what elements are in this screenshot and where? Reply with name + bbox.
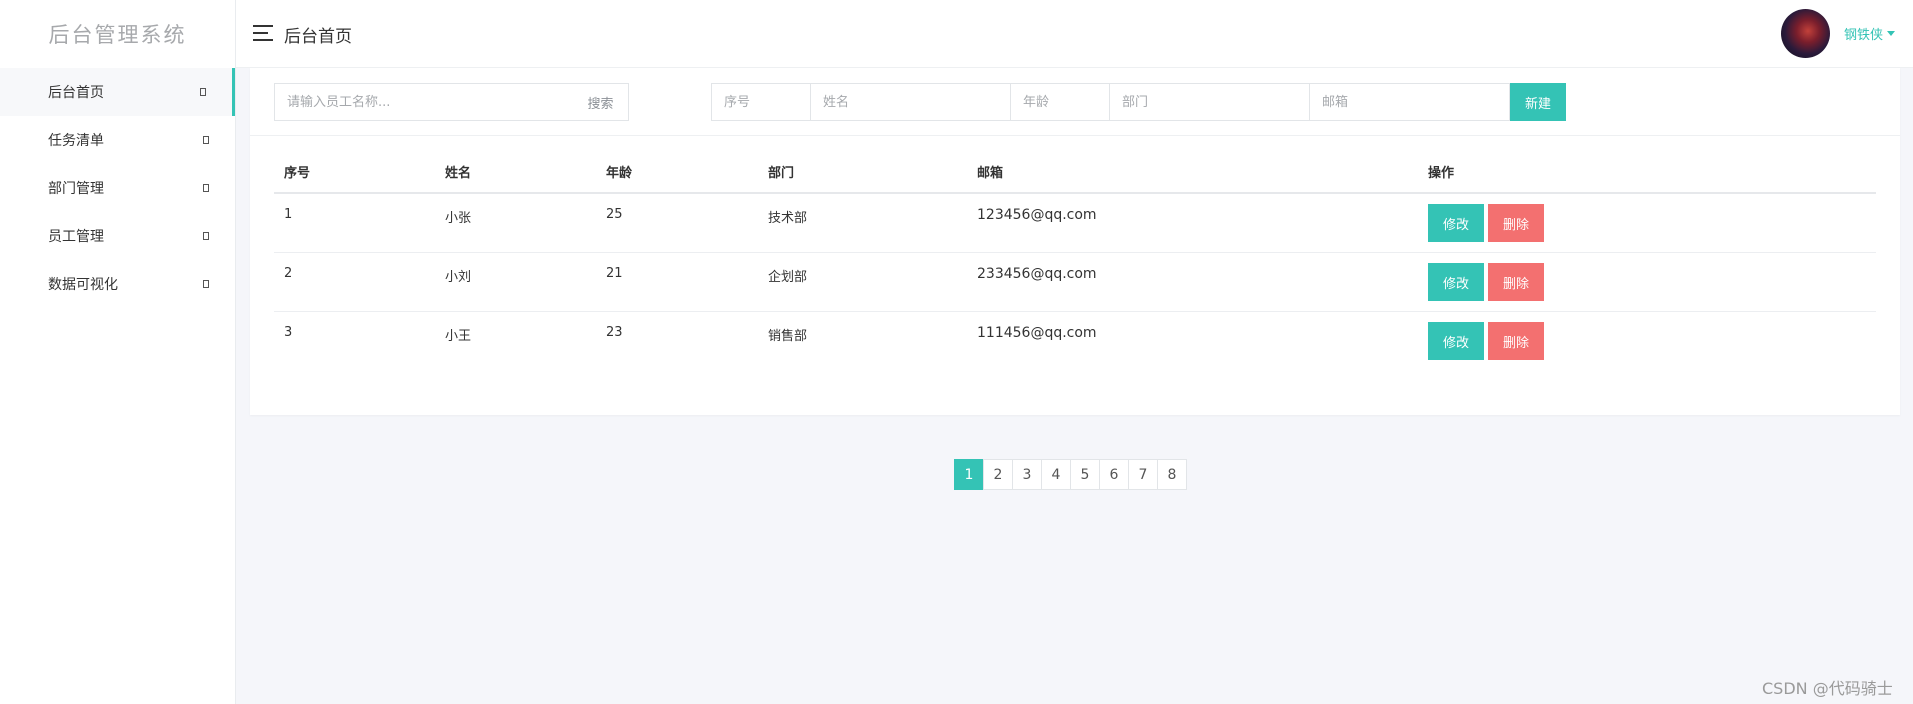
user-name: 钢铁侠 [1844, 28, 1884, 43]
edit-button[interactable]: 修改 [1428, 322, 1484, 360]
hamburger-menu-icon[interactable] [253, 25, 273, 41]
page-button[interactable]: 6 [1099, 459, 1129, 490]
delete-button[interactable]: 删除 [1488, 263, 1544, 301]
new-button[interactable]: 新建 [1510, 83, 1566, 121]
page-button[interactable]: 3 [1012, 459, 1042, 490]
chevron-right-icon [203, 280, 209, 288]
cell-actions: 修改 删除 [1418, 312, 1876, 360]
caret-down-icon [1887, 31, 1896, 36]
brand-title: 后台管理系统 [48, 23, 187, 47]
page-button[interactable]: 8 [1157, 459, 1187, 490]
cell-email: 123456@qq.com [977, 207, 1097, 223]
cell-email: 233456@qq.com [977, 266, 1097, 282]
cell-age: 23 [606, 325, 623, 340]
search-input[interactable] [274, 83, 574, 121]
cell-name: 小刘 [445, 270, 472, 285]
toolbar: 搜索 新建 [250, 68, 1900, 136]
sidebar-item-employees[interactable]: 员工管理 [0, 212, 235, 260]
employee-table: 序号 姓名 年龄 部门 邮箱 操作 1 小张 25 技术部 123456@qq.… [274, 150, 1876, 371]
table-row: 1 小张 25 技术部 123456@qq.com 修改 删除 [274, 194, 1876, 253]
sidebar-item-home[interactable]: 后台首页 [0, 68, 235, 116]
cell-actions: 修改 删除 [1418, 194, 1876, 242]
table-header: 序号 姓名 年龄 部门 邮箱 操作 [274, 150, 1876, 194]
id-field[interactable] [711, 83, 811, 121]
watermark: CSDN @代码骑士 [1762, 679, 1893, 698]
delete-button[interactable]: 删除 [1488, 322, 1544, 360]
chevron-right-icon [200, 88, 206, 96]
page-button[interactable]: 7 [1128, 459, 1158, 490]
page-button[interactable]: 2 [983, 459, 1013, 490]
sidebar-item-visualization[interactable]: 数据可视化 [0, 260, 235, 308]
department-field[interactable] [1109, 83, 1310, 121]
cell-actions: 修改 删除 [1418, 253, 1876, 301]
delete-button[interactable]: 删除 [1488, 204, 1544, 242]
table-row: 2 小刘 21 企划部 233456@qq.com 修改 删除 [274, 253, 1876, 312]
edit-button[interactable]: 修改 [1428, 204, 1484, 242]
top-header: 后台首页 钢铁侠 [236, 0, 1913, 68]
sidebar-item-label: 后台首页 [48, 85, 104, 101]
cell-id: 3 [284, 325, 293, 340]
page-button[interactable]: 4 [1041, 459, 1071, 490]
employee-panel: 搜索 新建 序号 姓名 年龄 部门 邮箱 操作 1 小张 25 技术部 1234… [250, 68, 1900, 415]
chevron-right-icon [203, 136, 209, 144]
cell-name: 小张 [445, 211, 472, 226]
user-menu[interactable]: 钢铁侠 [1844, 24, 1896, 43]
chevron-right-icon [203, 232, 209, 240]
column-header: 操作 [1428, 165, 1455, 181]
email-field[interactable] [1309, 83, 1510, 121]
pagination: 1 2 3 4 5 6 7 8 [954, 459, 1187, 490]
sidebar-item-tasks[interactable]: 任务清单 [0, 116, 235, 164]
cell-age: 21 [606, 266, 623, 281]
column-header: 姓名 [445, 165, 472, 181]
page-button[interactable]: 1 [954, 459, 984, 490]
age-field[interactable] [1010, 83, 1110, 121]
search-button[interactable]: 搜索 [573, 83, 629, 121]
sidebar-item-label: 任务清单 [48, 133, 104, 149]
cell-id: 1 [284, 207, 293, 222]
table-row: 3 小王 23 销售部 111456@qq.com 修改 删除 [274, 312, 1876, 371]
avatar[interactable] [1781, 9, 1830, 58]
edit-button[interactable]: 修改 [1428, 263, 1484, 301]
sidebar-item-label: 员工管理 [48, 229, 104, 245]
sidebar-item-label: 数据可视化 [48, 277, 118, 293]
cell-department: 技术部 [768, 211, 808, 226]
sidebar: 后台管理系统 后台首页 任务清单 部门管理 员工管理 数据可视化 [0, 0, 236, 704]
chevron-right-icon [203, 184, 209, 192]
cell-age: 25 [606, 207, 623, 222]
cell-name: 小王 [445, 329, 472, 344]
name-field[interactable] [810, 83, 1011, 121]
column-header: 年龄 [606, 165, 633, 181]
page-button[interactable]: 5 [1070, 459, 1100, 490]
column-header: 邮箱 [977, 165, 1004, 181]
cell-email: 111456@qq.com [977, 325, 1097, 341]
sidebar-item-departments[interactable]: 部门管理 [0, 164, 235, 212]
column-header: 序号 [284, 165, 311, 181]
column-header: 部门 [768, 165, 795, 181]
sidebar-item-label: 部门管理 [48, 181, 104, 197]
cell-department: 销售部 [768, 329, 808, 344]
cell-department: 企划部 [768, 270, 808, 285]
cell-id: 2 [284, 266, 293, 281]
page-title: 后台首页 [284, 27, 352, 47]
